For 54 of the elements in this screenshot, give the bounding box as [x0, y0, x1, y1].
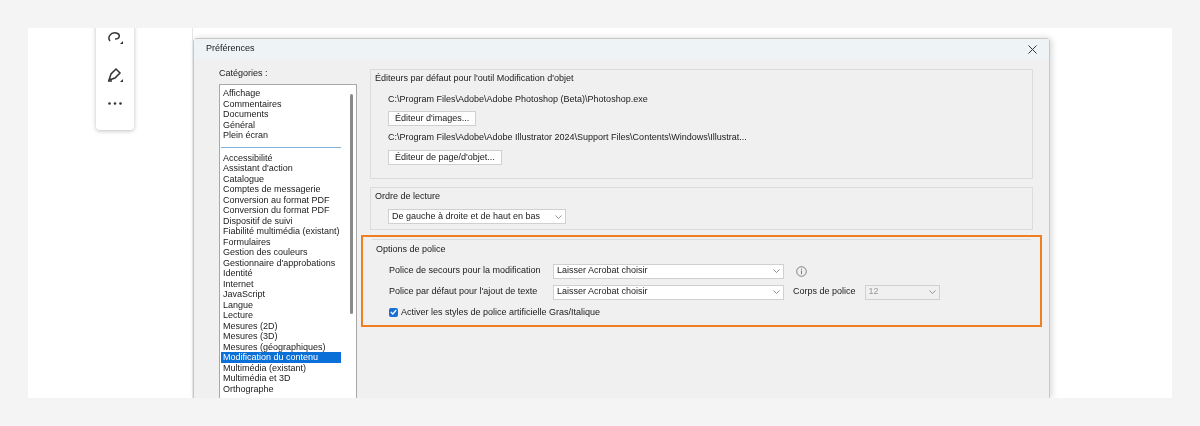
category-item[interactable]: Multimédia (existant) — [221, 362, 341, 373]
category-item[interactable]: JavaScript — [221, 289, 341, 300]
more-icon[interactable] — [108, 102, 122, 105]
info-icon[interactable] — [796, 265, 807, 277]
category-item[interactable]: Affichage — [221, 88, 347, 99]
path-text: C:\Program Files\Adobe\Adobe Illustrator 2024\Support Files\Contents\Windows\Illustrat... — [388, 131, 748, 144]
field-label: Corps de police — [793, 285, 856, 299]
category-item[interactable]: Comptes de messagerie — [221, 184, 341, 195]
category-item[interactable]: Multimédia et 3D — [221, 373, 341, 384]
category-item[interactable]: Fiabilité multimédia (existant) — [221, 226, 341, 237]
category-item[interactable]: Dispositif de suivi — [221, 215, 341, 226]
dropdown[interactable]: Laisser Acrobat choisir — [553, 284, 784, 300]
checkbox[interactable] — [389, 307, 398, 317]
scrollbar-thumb[interactable] — [350, 94, 353, 314]
section-title: Éditeurs par défaut pour l'outil Modification d'objet — [375, 72, 575, 85]
category-item[interactable]: Gestionnaire d'approbations — [221, 257, 341, 268]
section-title: Ordre de lecture — [375, 189, 442, 203]
category-item[interactable]: Orthographe — [221, 383, 341, 394]
category-item[interactable]: Formulaires — [221, 236, 341, 247]
category-item[interactable]: Mesures (3D) — [221, 331, 341, 342]
dropdown[interactable]: Laisser Acrobat choisir — [553, 263, 784, 279]
category-item[interactable]: Assistant d'action — [221, 163, 341, 174]
categories-label: Catégories : — [219, 67, 269, 80]
field-label: Police par défaut pour l'ajout de texte — [389, 285, 539, 299]
category-item[interactable]: Mesures (géographiques) — [221, 341, 341, 352]
category-item[interactable]: Conversion au format PDF — [221, 194, 341, 205]
chevron-down-icon — [928, 290, 936, 294]
category-item[interactable]: Catalogue — [221, 173, 341, 184]
section-title: Options de police — [376, 243, 447, 256]
category-item[interactable]: Gestion des couleurs — [221, 247, 341, 258]
field-label: Police de secours pour la modification — [389, 264, 542, 278]
editor-button[interactable]: Éditeur de page/d'objet... — [388, 149, 502, 165]
category-item[interactable]: Mesures (2D) — [221, 320, 341, 331]
editor-button[interactable]: Éditeur d'images... — [388, 111, 477, 126]
window-title: Préférences — [206, 42, 255, 56]
category-item[interactable]: Internet — [221, 278, 341, 289]
pen-icon[interactable] — [106, 66, 124, 84]
close-icon[interactable] — [1028, 44, 1037, 54]
category-item[interactable]: Langue — [221, 299, 341, 310]
category-item[interactable]: Modification du contenu — [221, 352, 341, 363]
checkbox-label: Activer les styles de police artificielle Gras/Italique — [401, 305, 601, 319]
category-item[interactable]: Accessibilité — [221, 152, 341, 163]
category-item[interactable]: Commentaires — [221, 98, 347, 109]
chevron-down-icon — [773, 269, 780, 273]
chevron-down-icon — [773, 290, 780, 294]
category-item[interactable]: Identité — [221, 268, 341, 279]
path-text: C:\Program Files\Adobe\Adobe Photoshop (Beta)\Photoshop.exe — [388, 92, 649, 106]
chevron-down-icon — [555, 214, 562, 219]
category-item[interactable]: Documents — [221, 109, 347, 120]
category-item[interactable]: Plein écran — [221, 130, 347, 141]
dropdown[interactable]: De gauche à droite et de haut en bas — [388, 209, 566, 224]
category-item[interactable]: Général — [221, 119, 347, 130]
category-item[interactable]: Lecture — [221, 310, 341, 321]
category-item[interactable]: Conversion du format PDF — [221, 205, 341, 216]
